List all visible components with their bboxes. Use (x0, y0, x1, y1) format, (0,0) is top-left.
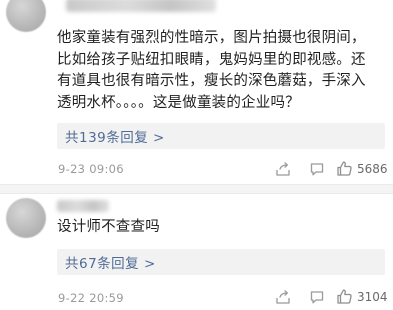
reply-summary[interactable]: 共67条回复 > (57, 249, 385, 275)
comment-button[interactable] (309, 289, 325, 305)
reply-summary[interactable]: 共139条回复 > (57, 123, 385, 149)
comment-text-line: 比如给孩子贴纽扣眼睛，鬼妈妈里的即视感。还 (57, 51, 366, 68)
comment-divider (0, 184, 393, 194)
comment-text: 设计师不查查吗 (57, 217, 377, 239)
username-redacted[interactable] (66, 0, 216, 12)
timestamp: 9-22 20:59 (58, 291, 124, 305)
comment-item: 他家童装有强烈的性暗示，图片拍摄也很阴间， 比如给孩子贴纽扣眼睛，鬼妈妈里的即视… (0, 0, 393, 180)
like-icon (336, 288, 353, 305)
like-count: 5686 (357, 161, 388, 176)
like-icon (336, 160, 353, 177)
username-redacted[interactable] (57, 200, 109, 212)
comment-item: 设计师不查查吗 共67条回复 > 9-22 20:59 3104 (0, 194, 393, 310)
avatar[interactable] (6, 0, 46, 32)
comment-text-line: 设计师不查查吗 (57, 219, 160, 235)
comment-button[interactable] (309, 161, 325, 177)
comment-text-line: 他家童装有强烈的性暗示，图片拍摄也很阴间， (57, 30, 366, 46)
comment-icon (309, 161, 325, 177)
share-button[interactable] (275, 289, 291, 305)
share-button[interactable] (275, 161, 291, 177)
comment-text-line: 有道具也很有暗示性，瘦长的深色蘑菇，手深入 (57, 73, 366, 89)
comment-text-line: 透明水杯。。。。这是做童装的企业吗？ (57, 94, 300, 111)
timestamp: 9-23 09:06 (58, 162, 124, 176)
view-replies-link[interactable]: 共67条回复 > (65, 252, 156, 272)
like-button[interactable]: 3104 (336, 288, 388, 305)
share-icon (275, 161, 291, 177)
comment-text: 他家童装有强烈的性暗示，图片拍摄也很阴间， 比如给孩子贴纽扣眼睛，鬼妈妈里的即视… (57, 28, 387, 114)
like-button[interactable]: 5686 (336, 160, 388, 177)
share-icon (275, 289, 291, 305)
comment-icon (309, 289, 325, 305)
avatar[interactable] (6, 198, 46, 238)
like-count: 3104 (357, 289, 388, 304)
view-replies-link[interactable]: 共139条回复 > (65, 126, 165, 146)
weibo-comment-list: 他家童装有强烈的性暗示，图片拍摄也很阴间， 比如给孩子贴纽扣眼睛，鬼妈妈里的即视… (0, 0, 393, 310)
